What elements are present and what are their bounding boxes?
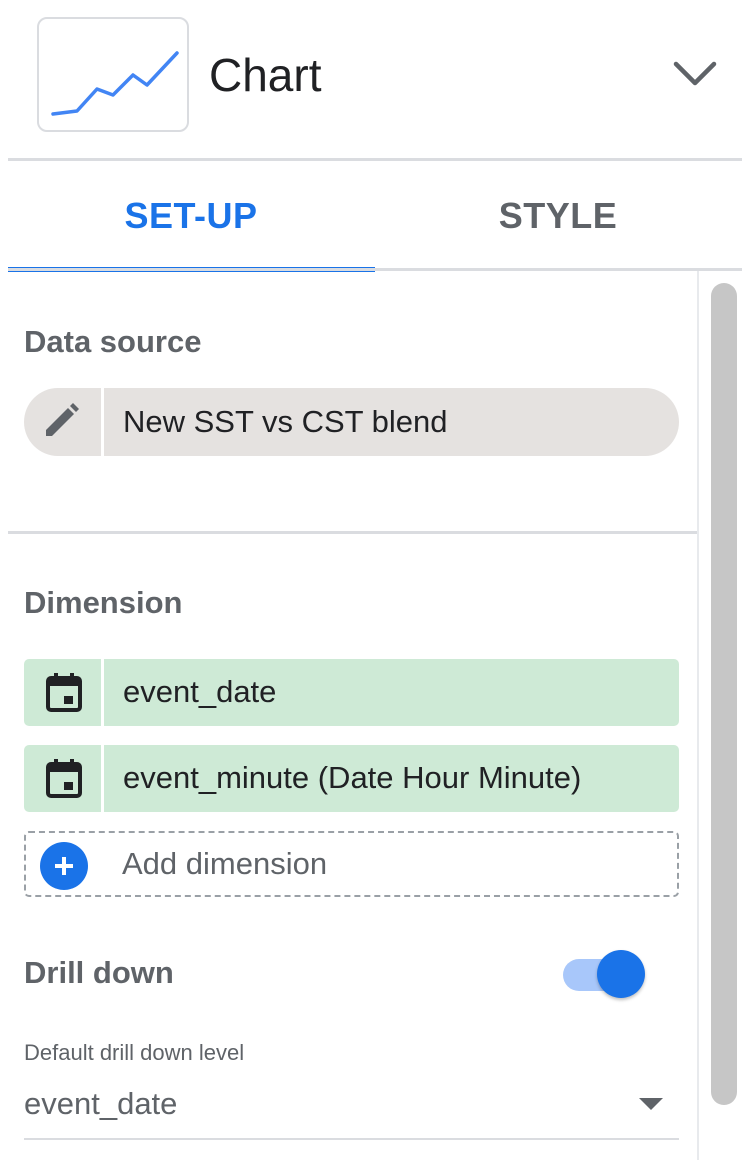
default-drill-level-value: event_date (24, 1086, 178, 1121)
calendar-icon (46, 673, 82, 712)
data-source-name: New SST vs CST blend (123, 404, 448, 439)
plus-icon (40, 842, 88, 890)
dimension-name: event_date (123, 674, 277, 709)
dimension-chip-event-minute[interactable]: event_minute (Date Hour Minute) (24, 745, 679, 812)
default-drill-level-label: Default drill down level (24, 1040, 245, 1065)
add-dimension-label: Add dimension (122, 846, 328, 881)
select-underline (24, 1138, 679, 1140)
section-divider (8, 531, 697, 534)
pencil-icon[interactable] (40, 402, 84, 442)
calendar-icon (46, 759, 82, 798)
panel-header: Chart (0, 0, 742, 160)
drill-down-label: Drill down (24, 955, 174, 990)
tab-setup[interactable]: SET-UP (8, 161, 374, 271)
chip-separator (101, 659, 104, 726)
drill-down-toggle[interactable] (563, 950, 645, 1000)
dimension-name: event_minute (Date Hour Minute) (123, 760, 582, 795)
chip-separator (101, 745, 104, 812)
data-source-label: Data source (24, 324, 202, 359)
default-drill-level-select[interactable]: event_date (24, 1078, 679, 1142)
dimension-chip-event-date[interactable]: event_date (24, 659, 679, 726)
line-chart-icon (51, 51, 179, 116)
dimension-label: Dimension (24, 585, 183, 620)
toggle-knob (597, 950, 645, 998)
chevron-down-icon[interactable] (672, 56, 718, 92)
add-dimension-button[interactable]: Add dimension (24, 831, 679, 897)
tab-style[interactable]: STYLE (374, 161, 742, 271)
scrollbar-track (697, 271, 742, 1160)
chart-type-title: Chart (209, 49, 322, 101)
panel-tabs: SET-UP STYLE (8, 161, 742, 273)
chip-separator (101, 388, 104, 456)
chart-type-thumbnail[interactable] (37, 17, 189, 132)
data-source-chip[interactable]: New SST vs CST blend (24, 388, 679, 456)
chart-properties-panel: Chart SET-UP STYLE Data source New SST v… (0, 0, 742, 1160)
caret-down-icon (639, 1098, 663, 1110)
scrollbar-thumb[interactable] (711, 283, 737, 1105)
tabs-divider (8, 268, 742, 271)
